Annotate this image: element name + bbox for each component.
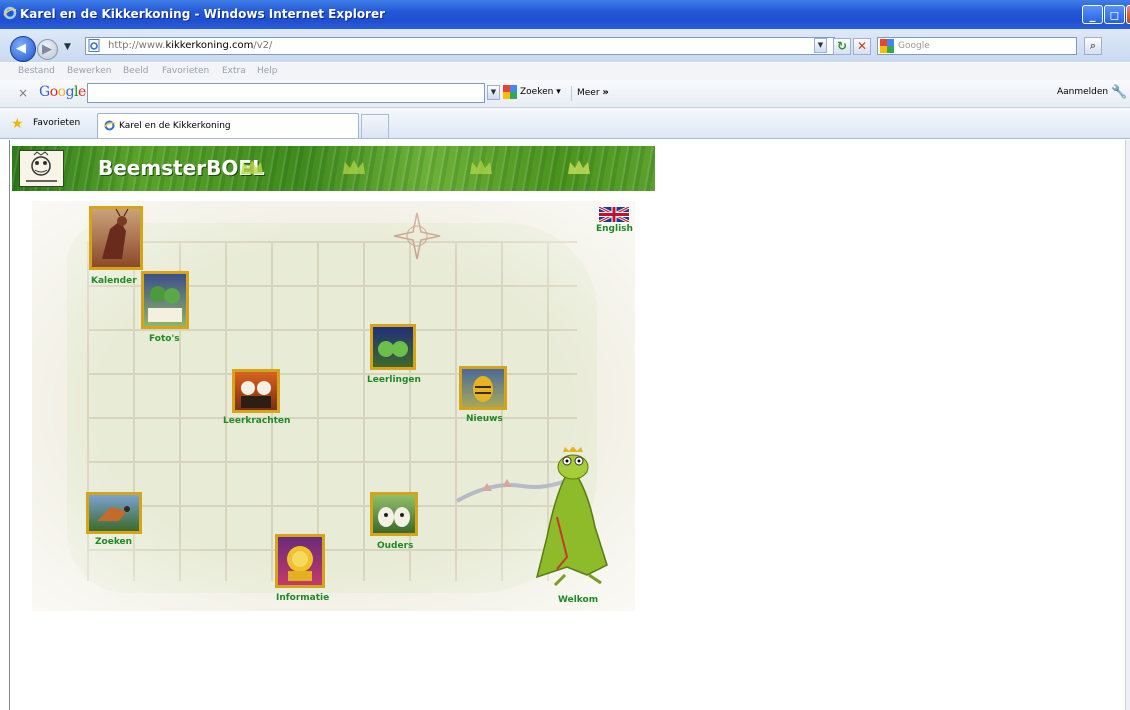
- address-bar[interactable]: http://www.kikkerkoning.com/v2/: [85, 37, 835, 55]
- vertical-scrollbar[interactable]: [1125, 140, 1130, 710]
- nav-zoeken[interactable]: Zoeken: [95, 537, 132, 547]
- forward-arrow-icon: ▶: [42, 42, 52, 57]
- crown-icon: [343, 160, 365, 174]
- crown-icon: [241, 160, 263, 174]
- back-button[interactable]: ◀: [10, 36, 36, 62]
- address-dropdown-icon[interactable]: ▼: [814, 38, 827, 53]
- google-dropdown-icon[interactable]: ▼: [487, 85, 500, 100]
- page-ie-icon: [88, 39, 100, 52]
- english-link[interactable]: English: [596, 224, 633, 234]
- menu-bewerken[interactable]: Bewerken: [67, 66, 111, 76]
- leerkrachten-tile[interactable]: [232, 369, 280, 413]
- nav-welkom[interactable]: Welkom: [558, 595, 598, 605]
- crown-icon: [470, 160, 492, 174]
- back-arrow-icon: ◀: [16, 41, 26, 56]
- meer-label: Meer: [577, 88, 600, 98]
- meer-button[interactable]: Meer »: [577, 87, 609, 98]
- ie-logo-icon: [3, 6, 17, 20]
- title-bar: Karel en de Kikkerkoning - Windows Inter…: [0, 0, 1130, 29]
- toolbar-close-icon[interactable]: ×: [18, 86, 28, 100]
- ouders-tile[interactable]: [370, 492, 418, 536]
- url-domain: kikkerkoning.com: [165, 40, 254, 51]
- search-box[interactable]: Google: [877, 37, 1077, 55]
- stop-button[interactable]: ✕: [853, 38, 871, 55]
- new-tab-button[interactable]: [361, 114, 389, 138]
- uk-flag-icon[interactable]: [599, 207, 629, 222]
- google-search-input[interactable]: [87, 83, 485, 103]
- google-logo: Google: [39, 84, 86, 100]
- minimize-button[interactable]: _: [1082, 5, 1103, 24]
- search-go-button[interactable]: ⌕: [1084, 37, 1102, 55]
- fotos-tile[interactable]: [141, 271, 189, 329]
- toolbar-separator: [571, 86, 572, 101]
- lion-info-icon: [287, 546, 313, 581]
- refresh-button[interactable]: ↻: [833, 38, 851, 55]
- tab-kikkerkoning[interactable]: Karel en de Kikkerkoning: [97, 113, 359, 138]
- url-prefix: http://www.: [108, 40, 166, 51]
- tab-ie-icon: [103, 120, 116, 131]
- site-banner: BeemsterBOEL: [12, 146, 655, 191]
- zoeken-tile[interactable]: [86, 492, 142, 534]
- close-window-button[interactable]: [1126, 5, 1130, 24]
- search-bird-icon: [97, 506, 130, 521]
- wrench-icon[interactable]: 🔧: [1111, 85, 1127, 100]
- bee-news-icon: [473, 376, 493, 402]
- favorites-button[interactable]: Favorieten: [33, 118, 80, 128]
- url-path: /v2/: [253, 40, 273, 51]
- content-left-border: [9, 140, 10, 710]
- crown-icon: [568, 160, 590, 174]
- menu-help[interactable]: Help: [257, 66, 278, 76]
- kalender-tile[interactable]: [89, 206, 143, 270]
- maximize-button[interactable]: ◻: [1104, 5, 1125, 24]
- cows-parents-icon: [378, 507, 410, 527]
- frog-crest-icon: [26, 151, 57, 182]
- nav-leerkrachten[interactable]: Leerkrachten: [223, 416, 290, 426]
- menu-favorieten[interactable]: Favorieten: [162, 66, 209, 76]
- google-zoeken-icon: [503, 85, 517, 99]
- menu-bestand[interactable]: Bestand: [18, 66, 55, 76]
- menu-extra[interactable]: Extra: [222, 66, 246, 76]
- frogs-photo-icon: [148, 286, 182, 322]
- leerlingen-tile[interactable]: [370, 324, 416, 370]
- frog-students-icon: [378, 341, 408, 357]
- nav-ouders[interactable]: Ouders: [377, 541, 413, 551]
- teachers-icon: [241, 381, 271, 408]
- frog-king-illustration[interactable]: [527, 447, 615, 587]
- window-title: Karel en de Kikkerkoning - Windows Inter…: [20, 7, 386, 21]
- site-logo[interactable]: [19, 150, 64, 187]
- nav-fotos[interactable]: Foto's: [149, 334, 180, 344]
- google-search-icon: [880, 39, 894, 53]
- nav-leerlingen[interactable]: Leerlingen: [367, 375, 421, 385]
- nav-nieuws[interactable]: Nieuws: [466, 414, 503, 424]
- address-url: http://www.kikkerkoning.com/v2/: [108, 40, 272, 51]
- nav-informatie[interactable]: Informatie: [276, 593, 329, 603]
- nieuws-tile[interactable]: [459, 366, 507, 410]
- google-zoeken-button[interactable]: Zoeken ▾: [520, 87, 561, 97]
- favorites-star-icon[interactable]: ★: [11, 116, 24, 132]
- aanmelden-link[interactable]: Aanmelden: [1057, 87, 1108, 97]
- history-dropdown-icon[interactable]: ▼: [64, 42, 71, 52]
- forward-button[interactable]: ▶: [37, 39, 58, 60]
- nav-kalender[interactable]: Kalender: [91, 276, 137, 286]
- tab-title: Karel en de Kikkerkoning: [119, 121, 231, 131]
- menu-beeld[interactable]: Beeld: [123, 66, 148, 76]
- search-placeholder: Google: [898, 41, 930, 51]
- goat-drawing-icon: [102, 208, 129, 259]
- menu-bar: Bestand Bewerken Beeld Favorieten Extra …: [0, 63, 1130, 80]
- informatie-tile[interactable]: [275, 534, 325, 588]
- zoeken-label: Zoeken: [520, 87, 554, 97]
